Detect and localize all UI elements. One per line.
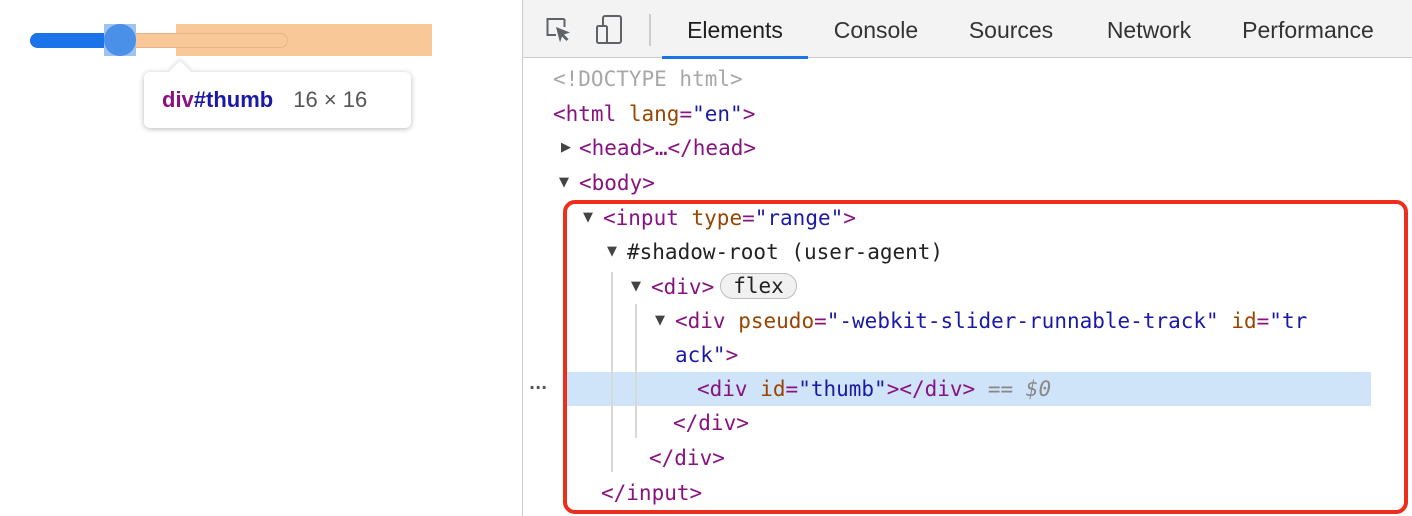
body-tag: <body> [579,171,655,195]
inspect-element-icon[interactable] [541,12,575,46]
tab-console[interactable]: Console [815,0,937,58]
tab-elements[interactable]: Elements [662,0,808,59]
device-toggle-icon[interactable] [593,12,627,46]
devtools-panel: Elements Console Sources Network Perform… [522,0,1412,516]
dom-node-doctype[interactable]: <!DOCTYPE html> [553,64,743,94]
html-tag: <html [553,102,617,126]
annotation-highlight-box [563,200,1408,514]
html-attr-value: "en" [692,102,743,126]
tab-performance[interactable]: Performance [1228,0,1388,58]
row-actions-ellipsis[interactable]: ··· [529,378,547,397]
dom-node-body[interactable]: ▼ <body> [559,168,655,198]
devtools-toolbar: Elements Console Sources Network Perform… [523,0,1412,59]
collapse-triangle-icon[interactable]: ▼ [559,168,569,198]
inspect-tooltip: div #thumb 16 × 16 [144,72,411,128]
doctype-text: <!DOCTYPE html> [553,67,743,91]
page-viewport: div #thumb 16 × 16 [0,0,522,516]
range-slider[interactable] [30,24,432,56]
head-tag: <head>…</head> [579,136,757,160]
html-bracket: > [742,102,756,126]
tab-network[interactable]: Network [1091,0,1207,58]
tooltip-tag-name: div [162,87,194,112]
dom-node-head[interactable]: ▶ <head>…</head> [561,133,757,163]
html-attr-name: lang [628,102,680,126]
dom-tree: ··· <!DOCTYPE html> <html lang="en"> ▶ <h… [523,58,1412,516]
toolbar-divider [649,14,651,46]
tooltip-element-id: #thumb [193,87,274,112]
expand-triangle-icon[interactable]: ▶ [561,133,571,163]
dom-node-html[interactable]: <html lang="en"> [553,99,755,129]
slider-thumb[interactable] [104,24,136,56]
tab-sources[interactable]: Sources [955,0,1067,58]
tooltip-dimensions: 16 × 16 [293,87,368,112]
